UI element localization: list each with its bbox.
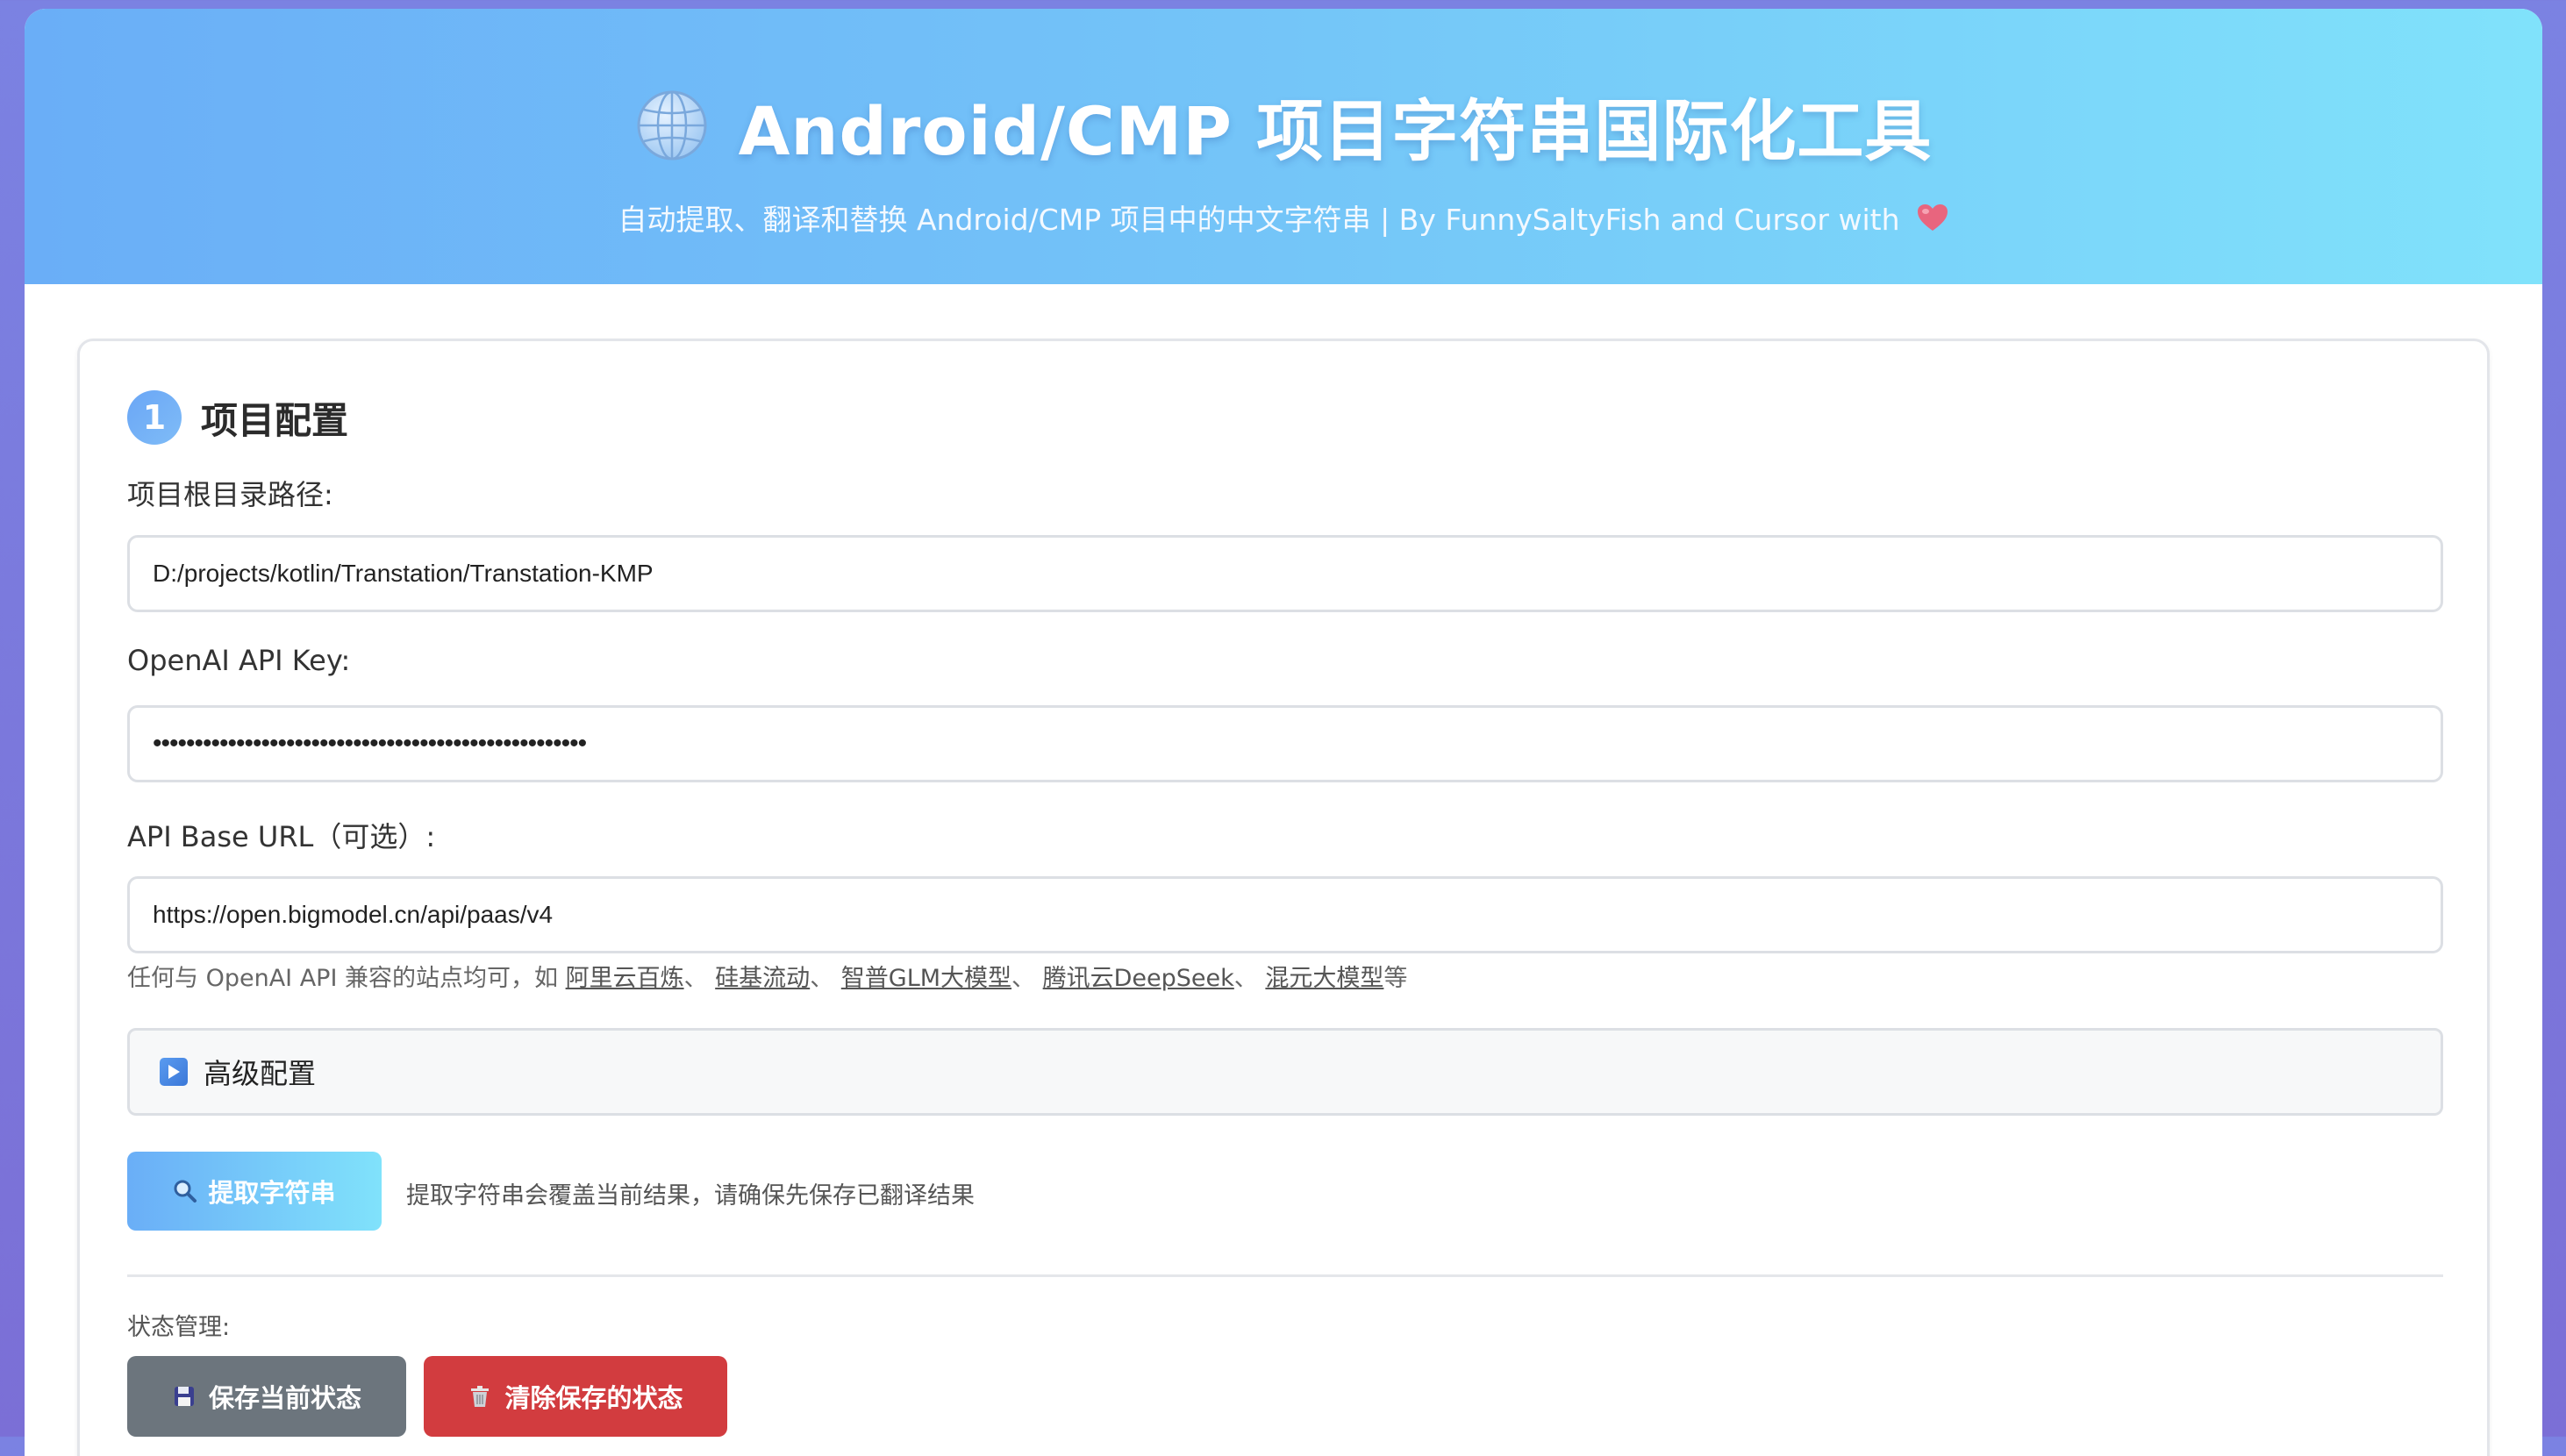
base-url-input[interactable]: https://open.bigmodel.cn/api/paas/v4 [127, 876, 2443, 953]
trash-icon [471, 1386, 490, 1407]
header-title-row: Android/CMP 项目字符串国际化工具 [25, 77, 2542, 174]
hint-suffix: 等 [1383, 965, 1408, 992]
project-root-value: D:/projects/kotlin/Transtation/Transtati… [153, 560, 654, 587]
state-management-label: 状态管理: [127, 1314, 231, 1341]
clear-state-button[interactable]: 清除保存的状态 [424, 1356, 727, 1437]
hint-separator: 、 [810, 965, 841, 992]
link-siliconflow[interactable]: 硅基流动 [715, 965, 810, 992]
link-aliyun-bailian[interactable]: 阿里云百炼 [566, 965, 684, 992]
heart-icon [1917, 204, 1948, 231]
save-state-label: 保存当前状态 [208, 1383, 361, 1413]
globe-icon [637, 90, 707, 161]
extract-warning-note: 提取字符串会覆盖当前结果，请确保先保存已翻译结果 [406, 1182, 975, 1210]
base-url-value: https://open.bigmodel.cn/api/paas/v4 [153, 901, 554, 928]
project-config-card: 1 项目配置 项目根目录路径: D:/projects/kotlin/Trans… [77, 339, 2490, 1456]
section-divider [127, 1274, 2443, 1277]
api-key-label: OpenAI API Key: [127, 644, 351, 677]
extract-strings-label: 提取字符串 [208, 1178, 336, 1208]
section-title: 项目配置 [201, 398, 349, 442]
api-key-input[interactable]: ••••••••••••••••••••••••••••••••••••••••… [127, 705, 2443, 782]
play-icon [160, 1058, 188, 1086]
project-root-input[interactable]: D:/projects/kotlin/Transtation/Transtati… [127, 535, 2443, 612]
link-zhipu-glm[interactable]: 智普GLM大模型 [841, 965, 1011, 992]
api-key-value: ••••••••••••••••••••••••••••••••••••••••… [153, 729, 587, 758]
step-number-badge: 1 [127, 390, 182, 445]
clear-state-label: 清除保存的状态 [504, 1383, 683, 1413]
save-state-button[interactable]: 保存当前状态 [127, 1356, 406, 1437]
project-root-label: 项目根目录路径: [127, 478, 333, 511]
hint-separator: 、 [1011, 965, 1043, 992]
page-title: Android/CMP 项目字符串国际化工具 [738, 92, 1933, 170]
hint-prefix: 任何与 OpenAI API 兼容的站点均可，如 [127, 965, 566, 992]
link-hunyuan[interactable]: 混元大模型 [1265, 965, 1383, 992]
header-banner: Android/CMP 项目字符串国际化工具 自动提取、翻译和替换 Androi… [25, 9, 2542, 284]
hint-separator: 、 [1233, 965, 1266, 992]
extract-strings-button[interactable]: 提取字符串 [127, 1152, 382, 1231]
link-tencent-deepseek[interactable]: 腾讯云DeepSeek [1043, 965, 1234, 992]
compatible-sites-hint: 任何与 OpenAI API 兼容的站点均可，如 阿里云百炼、 硅基流动、 智普… [127, 959, 1407, 993]
advanced-config-toggle[interactable]: 高级配置 [127, 1028, 2443, 1116]
section-header: 1 项目配置 [127, 390, 348, 445]
advanced-config-label: 高级配置 [204, 1057, 317, 1090]
search-icon [174, 1180, 197, 1203]
hint-separator: 、 [683, 965, 716, 992]
app-window: Android/CMP 项目字符串国际化工具 自动提取、翻译和替换 Androi… [25, 9, 2542, 1456]
page-subtitle: 自动提取、翻译和替换 Android/CMP 项目中的中文字符串 | By Fu… [618, 203, 1900, 237]
base-url-label: API Base URL（可选）: [127, 820, 436, 853]
page-subtitle-row: 自动提取、翻译和替换 Android/CMP 项目中的中文字符串 | By Fu… [25, 196, 2542, 239]
floppy-disk-icon [174, 1387, 194, 1406]
